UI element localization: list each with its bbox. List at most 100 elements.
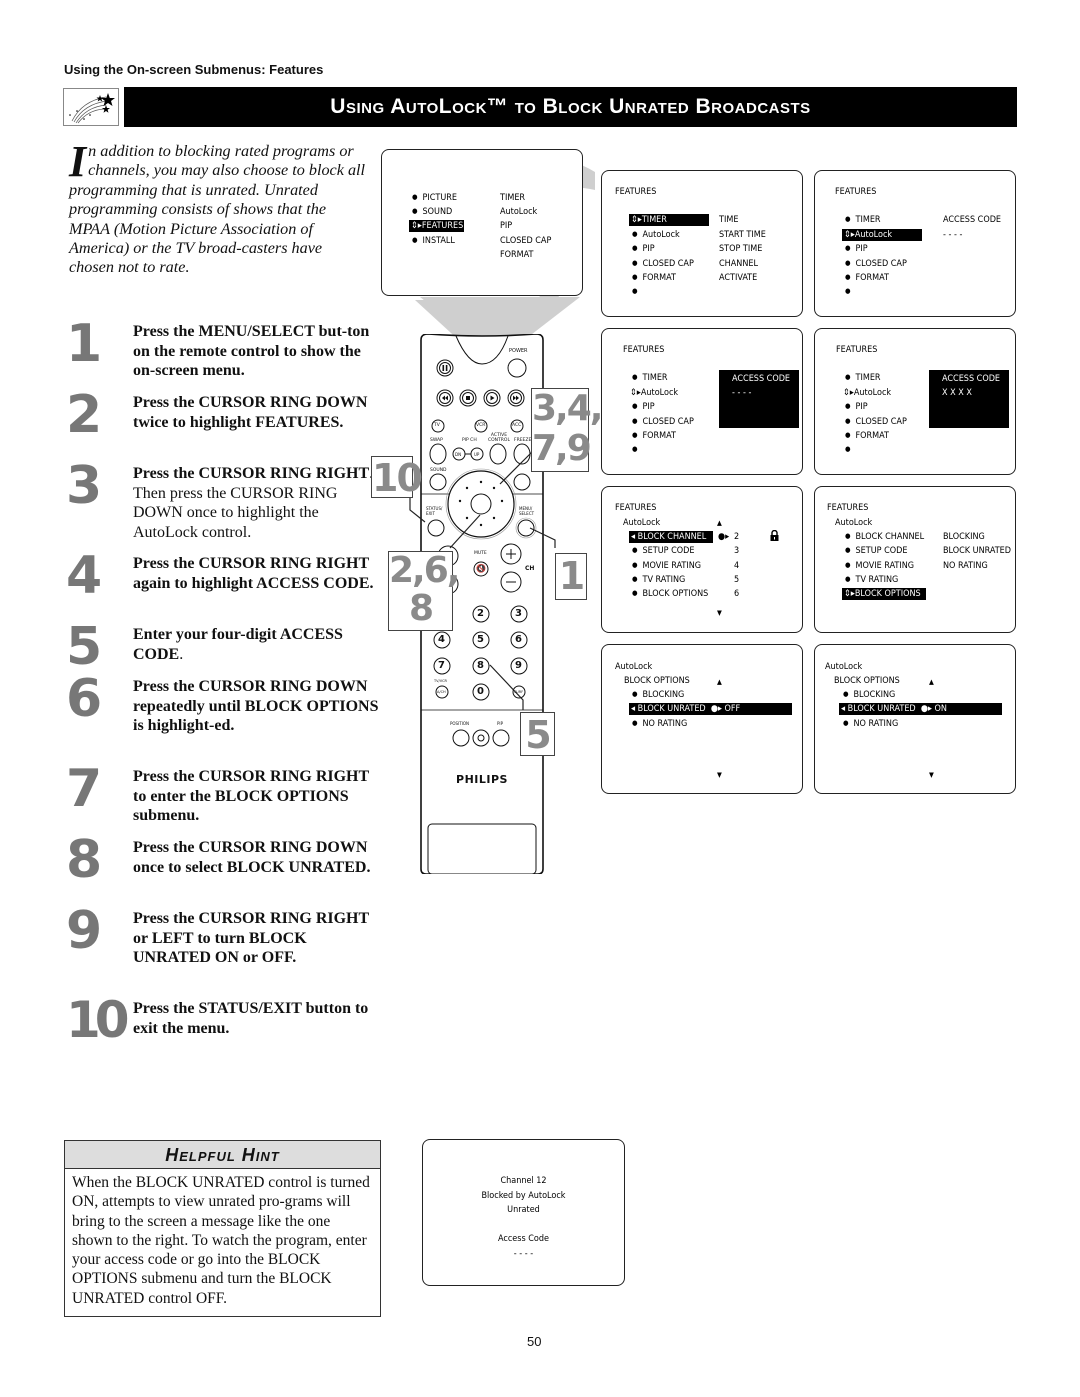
menu-item: TV RATING (845, 574, 899, 586)
submenu-item: PIP (500, 221, 513, 231)
scroll-down-icon: ▼ (717, 771, 722, 779)
menu-item: INSTALL (412, 235, 455, 247)
menu-item (845, 444, 858, 456)
submenu-item: CHANNEL (719, 259, 759, 269)
screen-access-code-entered: FEATURES TIMER ⇕▸AutoLock PIP CLOSED CAP… (814, 328, 1016, 475)
screen-title: FEATURES (835, 187, 877, 197)
menu-item-label: AutoLock (854, 230, 893, 240)
submenu-item: FORMAT (500, 250, 534, 260)
step-number: 10 (66, 991, 130, 1049)
submenu-item: TIMER (500, 193, 526, 203)
screen-title: FEATURES (836, 345, 878, 355)
step-text-bold: Press the CURSOR RING DOWN twice to high… (133, 394, 368, 431)
screen-title: FEATURES (615, 503, 657, 513)
submenu-item: NO RATING (943, 561, 988, 571)
menu-item: PIP (632, 243, 655, 255)
step-text-normal: . (179, 645, 184, 663)
access-code-input[interactable]: - - - - (423, 1247, 624, 1262)
screen-subtitle: AutoLock (623, 518, 661, 528)
step-number: 8 (66, 830, 102, 890)
step-text: Press the CURSOR RING RIGHT or LEFT to t… (133, 909, 383, 968)
scroll-up-icon: ▲ (929, 678, 934, 686)
menu-item-selected: ◂ BLOCK UNRATED ●▸ ON (839, 703, 1002, 715)
padlock-icon (770, 529, 779, 545)
menu-item: FORMAT (845, 430, 889, 442)
menu-item: AutoLock (632, 229, 680, 241)
menu-item: PIP (845, 401, 868, 413)
helpful-hint-box: Helpful Hint When the BLOCK UNRATED cont… (64, 1140, 381, 1317)
menu-item: TIMER (632, 372, 668, 384)
menu-item-label: BLOCK UNRATED (637, 704, 706, 714)
screen-autolock-block-options: FEATURES AutoLock BLOCK CHANNEL SETUP CO… (814, 486, 1016, 633)
menu-item: BLOCKING (632, 689, 685, 701)
step-number: 2 (66, 385, 102, 445)
step-number: 6 (66, 669, 102, 729)
step-number: 1 (66, 314, 102, 374)
toggle-value[interactable]: OFF (725, 704, 741, 714)
screen-block-unrated-on: AutoLock BLOCK OPTIONS ▲ BLOCKING ◂ BLOC… (814, 644, 1016, 794)
menu-item-label: AutoLock (853, 388, 892, 398)
access-code-value[interactable]: X X X X (942, 387, 972, 399)
menu-item: SOUND (412, 206, 453, 218)
submenu-item: BLOCKING (943, 532, 985, 542)
toggle-value[interactable]: ON (935, 704, 947, 714)
menu-item: NO RATING (843, 718, 899, 730)
menu-item: BLOCK OPTIONS (632, 588, 709, 600)
menu-item: CLOSED CAP (845, 258, 907, 270)
menu-item-label: AutoLock (640, 388, 679, 398)
step-number: 3 (66, 456, 102, 516)
menu-item: CLOSED CAP (632, 416, 694, 428)
screen-title: FEATURES (623, 345, 665, 355)
channel-number: 6 (734, 589, 740, 599)
channel-number: 5 (734, 575, 740, 585)
submenu-item: BLOCK UNRATED (943, 546, 1012, 556)
callout-step-5: 5 (520, 712, 555, 757)
channel-number: 2 (734, 532, 740, 542)
intro-paragraph: In addition to blocking rated programs o… (69, 137, 369, 278)
step-text: Enter your four-digit ACCESS CODE. (133, 625, 383, 664)
step-text: Press the CURSOR RING RIGHT. Then press … (133, 464, 378, 542)
menu-item-label: BLOCK OPTIONS (854, 589, 921, 599)
menu-item-selected: ⇕▸BLOCK OPTIONS (842, 588, 926, 600)
menu-item (632, 444, 645, 456)
menu-item-label: BLOCK UNRATED (847, 704, 916, 714)
access-code-label: ACCESS CODE (942, 374, 1001, 384)
step-text-bold: Press the CURSOR RING RIGHT again to hig… (133, 555, 374, 592)
access-code-placeholder: - - - - (943, 230, 963, 240)
scroll-down-icon: ▼ (717, 609, 722, 617)
menu-item-selected: ⇕▸AutoLock (842, 229, 922, 241)
step-text: Press the MENU/SELECT but-ton on the rem… (133, 322, 383, 381)
drop-cap: I (69, 137, 87, 186)
submenu-item: CLOSED CAP (500, 236, 552, 246)
menu-item: FORMAT (632, 430, 676, 442)
hint-text: When the BLOCK UNRATED control is turned… (72, 1174, 370, 1307)
access-code-label: ACCESS CODE (732, 374, 791, 384)
screen-features-timer: FEATURES ⇕▸TIMER AutoLock PIP CLOSED CAP… (601, 170, 803, 317)
step-text: Press the CURSOR RING DOWN repeatedly un… (133, 677, 383, 736)
callout-steps-3-4-7-9: 3,4, 7,9 (531, 388, 603, 472)
menu-item: BLOCKING (843, 689, 896, 701)
access-code-value[interactable]: - - - - (732, 387, 751, 399)
submenu-item: TIME (719, 215, 739, 225)
menu-item-label: FEATURES (421, 221, 464, 231)
access-code-box: ACCESS CODE X X X X (929, 370, 1009, 428)
step-text-bold: Press the STATUS/EXIT button to exit the… (133, 1000, 369, 1037)
shooting-stars-icon (63, 88, 119, 126)
menu-item (845, 286, 858, 298)
menu-item: TIMER (845, 214, 881, 226)
access-code-label: Access Code (497, 1234, 549, 1244)
scroll-up-icon: ▲ (717, 519, 722, 527)
step-text: Press the CURSOR RING RIGHT again to hig… (133, 554, 383, 593)
power-button[interactable]: POWER (509, 348, 528, 354)
step-text: Press the CURSOR RING RIGHT to enter the… (133, 767, 383, 826)
page-title: Using AutoLock™ to Block Unrated Broadca… (124, 87, 1017, 127)
menu-item-label: TIMER (641, 215, 667, 225)
menu-item-selected: ⇕▸FEATURES (409, 220, 464, 232)
screen-title: AutoLock (825, 662, 863, 672)
menu-item: SETUP CODE (632, 545, 695, 557)
step-text-bold: Enter your four-digit ACCESS CODE (133, 626, 343, 663)
screen-title: FEATURES (827, 503, 869, 513)
callout-step-10: 10 (371, 456, 423, 500)
blocked-by: Blocked by AutoLock (481, 1190, 566, 1201)
